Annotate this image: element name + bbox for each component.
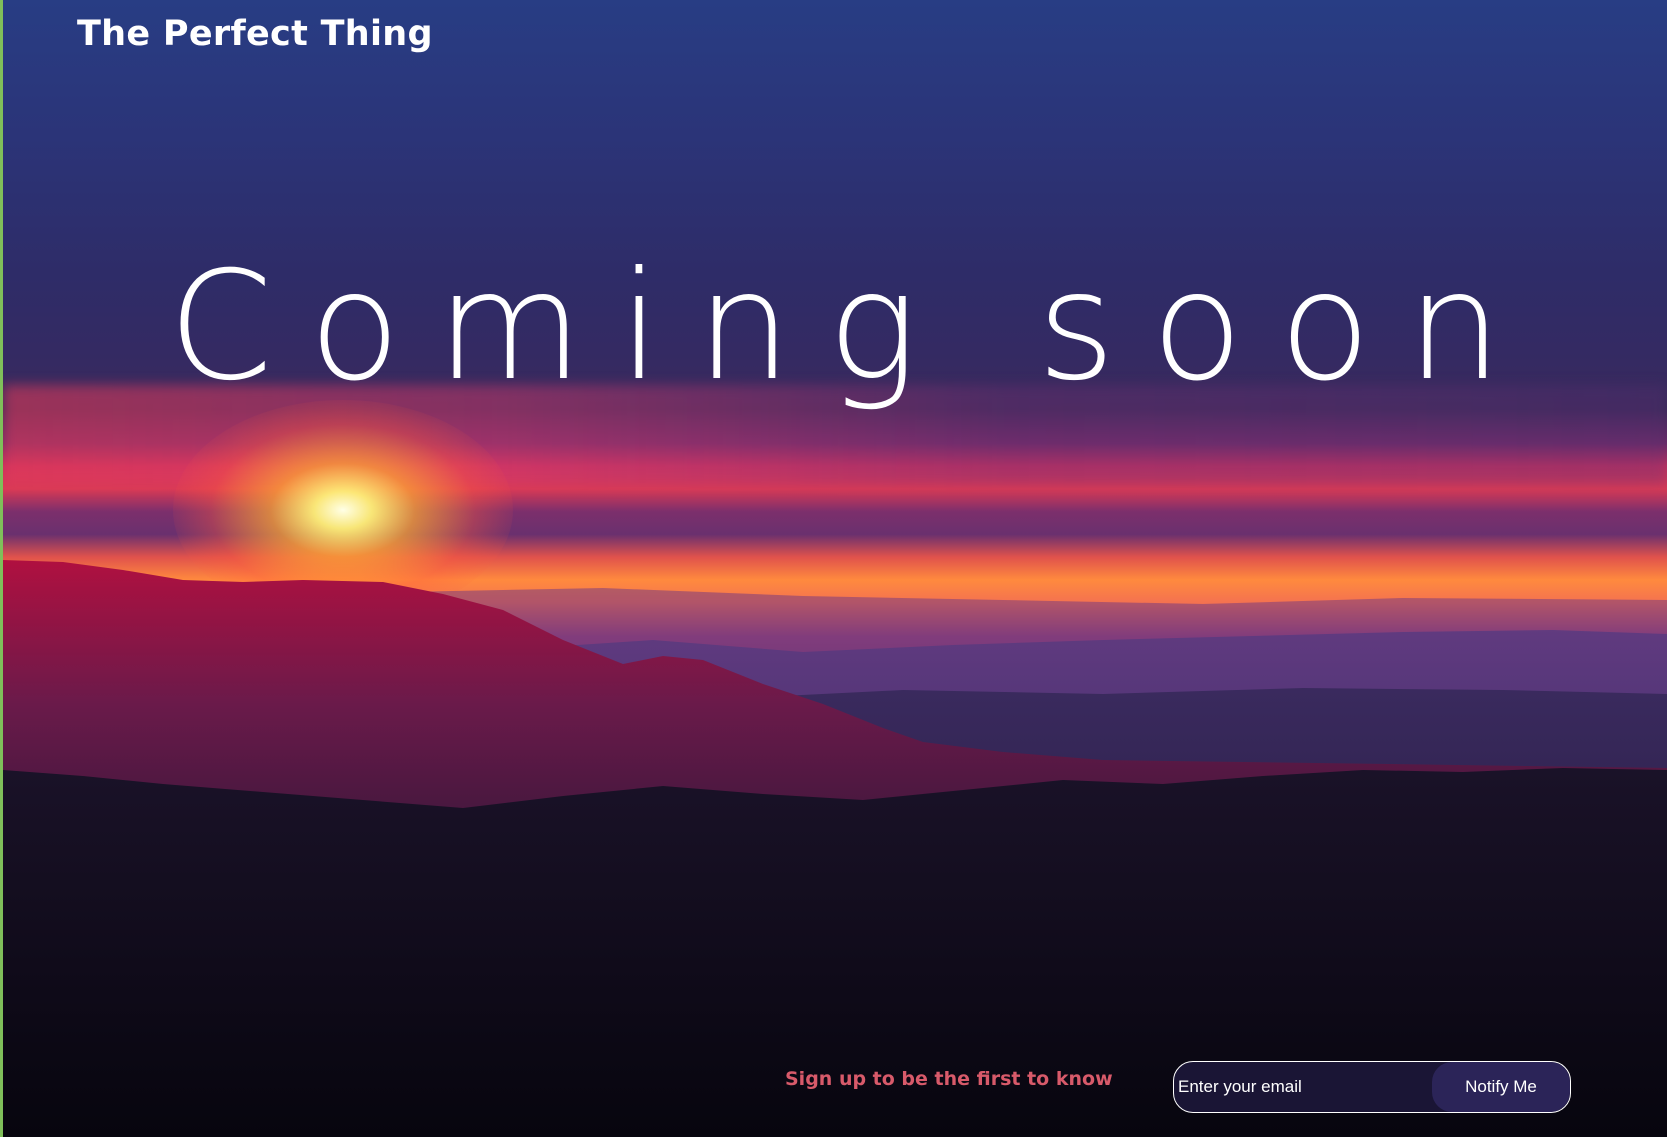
brand-title: The Perfect Thing [77, 14, 433, 54]
signup-form: Notify Me [1173, 1061, 1571, 1113]
email-input[interactable] [1174, 1062, 1432, 1112]
coming-soon-headline: Coming soon [168, 240, 1538, 414]
mountain-silhouettes [3, 560, 1667, 1137]
notify-me-button[interactable]: Notify Me [1432, 1062, 1570, 1112]
page-edge [0, 0, 3, 1137]
hero-background: The Perfect Thing Coming soon Sign up to… [3, 0, 1667, 1137]
signup-prompt: Sign up to be the first to know [785, 1068, 1113, 1090]
